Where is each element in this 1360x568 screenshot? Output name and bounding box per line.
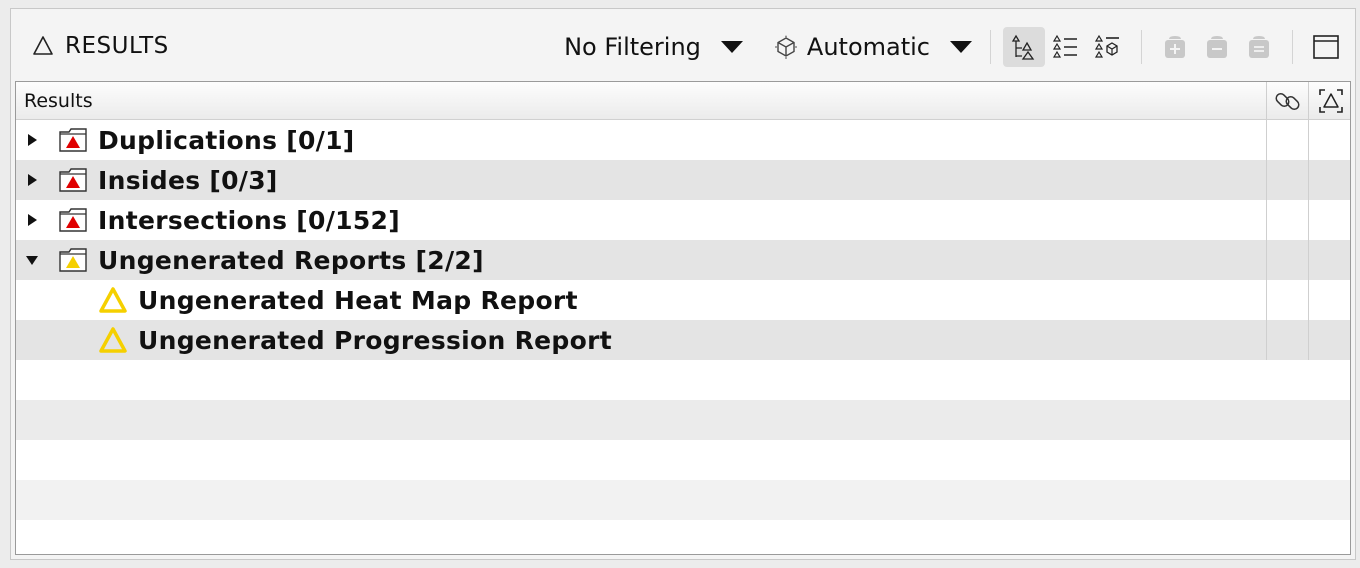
error-folder-icon <box>59 208 87 232</box>
column-divider <box>1266 120 1267 160</box>
expand-arrow-icon[interactable] <box>28 174 37 186</box>
results-rows: Duplications [0/1] Insides [0/3] Interse… <box>16 120 1350 554</box>
focus-icon <box>1318 89 1343 113</box>
list-view-button[interactable] <box>1045 27 1087 67</box>
results-table: Results Duplications [0/1] Insides [0/3]… <box>15 81 1351 555</box>
column-divider <box>1266 320 1267 360</box>
toolbar-divider <box>1292 30 1293 64</box>
column-header-focus[interactable] <box>1308 82 1350 120</box>
expand-arrow-icon[interactable] <box>28 134 37 146</box>
link-icon <box>1274 92 1300 111</box>
column-divider <box>1266 240 1267 280</box>
tree-view-icon <box>1011 34 1035 60</box>
child-row-label: Ungenerated Heat Map Report <box>138 285 578 315</box>
table-header: Results <box>16 82 1350 120</box>
clear-icon <box>1249 36 1269 58</box>
column-divider <box>1308 280 1309 320</box>
column-header-link[interactable] <box>1266 82 1308 120</box>
maximize-window-icon <box>1313 35 1339 59</box>
empty-row <box>16 360 1350 400</box>
toolbar: No Filtering Automatic <box>558 27 1355 67</box>
mode-dropdown[interactable]: Automatic <box>767 29 978 65</box>
table-row[interactable]: Duplications [0/1] <box>16 120 1350 160</box>
column-divider <box>1266 200 1267 240</box>
row-label: Ungenerated Reports [2/2] <box>98 245 484 275</box>
tree-view-button[interactable] <box>1003 27 1045 67</box>
expand-arrow-icon[interactable] <box>28 214 37 226</box>
column-divider <box>1308 200 1309 240</box>
toolbar-divider <box>990 30 991 64</box>
add-icon <box>1165 36 1185 58</box>
filter-dropdown-label: No Filtering <box>564 33 701 61</box>
table-row[interactable]: Ungenerated Reports [2/2] <box>16 240 1350 280</box>
error-folder-icon <box>59 168 87 192</box>
column-divider <box>1308 160 1309 200</box>
empty-row <box>16 440 1350 480</box>
row-label: Insides [0/3] <box>98 165 278 195</box>
clear-button[interactable] <box>1238 27 1280 67</box>
panel-header: RESULTS No Filtering Automatic <box>11 9 1355 81</box>
filter-dropdown[interactable]: No Filtering <box>558 29 749 65</box>
collapse-arrow-icon[interactable] <box>26 255 38 265</box>
empty-row <box>16 400 1350 440</box>
column-divider <box>1266 280 1267 320</box>
column-divider <box>1308 320 1309 360</box>
mode-dropdown-label: Automatic <box>806 33 930 61</box>
chevron-down-icon <box>950 41 972 53</box>
panel-title-group: RESULTS <box>31 31 169 61</box>
panel-title: RESULTS <box>65 33 169 59</box>
grouped-view-icon <box>1094 34 1119 58</box>
table-row[interactable]: Insides [0/3] <box>16 160 1350 200</box>
remove-button[interactable] <box>1196 27 1238 67</box>
warning-triangle-icon <box>99 327 127 353</box>
warning-folder-icon <box>59 248 87 272</box>
chevron-down-icon <box>720 41 743 53</box>
table-row[interactable]: Intersections [0/152] <box>16 200 1350 240</box>
row-label: Duplications [0/1] <box>98 125 355 155</box>
toolbar-divider <box>1141 30 1142 64</box>
child-row-label: Ungenerated Progression Report <box>138 325 612 355</box>
empty-row <box>16 520 1350 554</box>
list-view-icon <box>1052 34 1077 58</box>
column-divider <box>1308 240 1309 280</box>
table-row-child[interactable]: Ungenerated Heat Map Report <box>16 280 1350 320</box>
grouped-view-button[interactable] <box>1087 27 1129 67</box>
error-folder-icon <box>59 128 87 152</box>
results-panel: RESULTS No Filtering Automatic Results D… <box>10 8 1356 560</box>
table-row-child[interactable]: Ungenerated Progression Report <box>16 320 1350 360</box>
add-button[interactable] <box>1154 27 1196 67</box>
column-header-results[interactable]: Results <box>24 90 93 112</box>
results-triangle-icon <box>33 36 53 55</box>
row-label: Intersections [0/152] <box>98 205 400 235</box>
remove-icon <box>1207 36 1227 58</box>
column-divider <box>1266 160 1267 200</box>
empty-row <box>16 480 1350 520</box>
column-divider <box>1308 120 1309 160</box>
warning-triangle-icon <box>99 287 127 313</box>
maximize-window-button[interactable] <box>1305 27 1347 67</box>
cube-icon <box>774 35 797 59</box>
